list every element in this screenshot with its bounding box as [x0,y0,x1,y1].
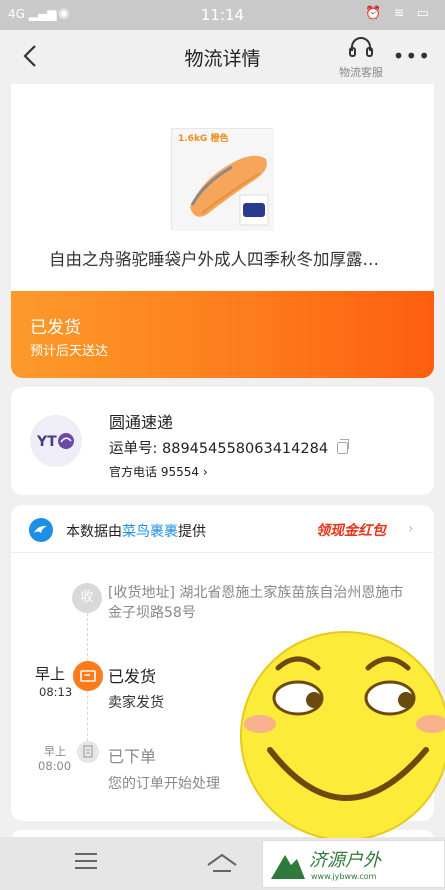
tracking-number: 889454558063414284 [162,441,329,457]
product-card: 1.6kG 橙色 自由之舟骆驼睡袋户外成人四季秋冬加厚露… 已发货 预计后天送达 [11,84,434,378]
nav-bar: 物流详情 物流客服 ••• [0,30,445,84]
order-icon [83,745,93,758]
watermark-logo: 济源户外 www.jybww.com [262,840,445,888]
event-day: 早上 [35,665,66,683]
service-label: 物流客服 [339,66,383,79]
status-bar: 4G ▂▄▆ ◉ 11:14 ⏰ ≋ ▭ [0,0,445,30]
data-source-text: 本数据由菜鸟裹裹提供 [66,524,206,540]
event-day: 早上 [44,745,66,758]
watermark-text: 济源户外 [309,850,381,871]
timeline-connector [87,613,88,661]
carrier-logo: YT [30,415,82,467]
copy-icon[interactable] [336,439,349,454]
home-icon[interactable] [205,851,239,875]
ordered-node [77,741,99,763]
headset-icon [349,37,373,57]
cainiao-bird-icon [29,518,53,542]
menu-icon[interactable] [75,853,97,869]
tracking-label: 运单号: [109,441,158,457]
event-time: 08:13 [39,685,73,699]
data-source-row[interactable]: 本数据由菜鸟裹裹提供 领现金红包 › [11,505,434,553]
sleeping-bag-image: 1.6kG 橙色 [172,129,274,231]
hiker-logo-icon [271,855,305,879]
shipped-node [73,661,103,691]
smirk-face-icon [240,631,445,841]
carrier-card: YT 圆通速递 运单号: 889454558063414284 官方电话 955… [11,387,434,495]
carrier-phone-link[interactable]: 官方电话 95554 › [109,463,208,480]
eta-text: 预计后天送达 [30,344,109,359]
watermark-url: www.jybww.com [311,872,377,881]
tracking-info: 运单号: 889454558063414284 [109,437,349,458]
receive-node: 收 [72,583,102,613]
event-status: 已下单 [108,747,157,766]
product-title[interactable]: 自由之舟骆驼睡袋户外成人四季秋冬加厚露… [49,246,409,270]
truck-icon [80,670,96,682]
carrier-name: 圆通速递 [109,413,174,432]
product-badge: 1.6kG 橙色 [178,132,228,144]
event-status: 已发货 [108,667,157,686]
provider-name: 菜鸟裹裹 [122,524,178,540]
logistics-service-button[interactable]: 物流客服 [331,34,391,80]
delivery-address: [收货地址] 湖北省恩施土家族苗族自治州恩施市 金子坝路58号 [108,585,404,621]
svg-text:YT: YT [36,434,57,450]
smiley-sticker [240,628,445,841]
event-detail: 卖家发货 [108,695,164,711]
shipment-status-banner: 已发货 预计后天送达 [11,291,434,378]
shipment-status: 已发货 [30,318,81,338]
product-image[interactable]: 1.6kG 橙色 [171,128,274,231]
chevron-right-icon: › [202,465,208,479]
more-button[interactable]: ••• [393,44,431,68]
chevron-right-icon: › [408,521,414,537]
yto-logo-icon: YT [36,433,74,450]
phone-number: 95554 [160,465,200,479]
event-detail: 您的订单开始处理 [108,776,220,792]
system-icons: ⏰ ≋ ▭ [365,6,433,21]
event-time: 08:00 [38,759,72,773]
red-packet-promo[interactable]: 领现金红包 [316,520,386,540]
timeline-connector [87,691,88,741]
phone-label: 官方电话 [109,465,158,479]
